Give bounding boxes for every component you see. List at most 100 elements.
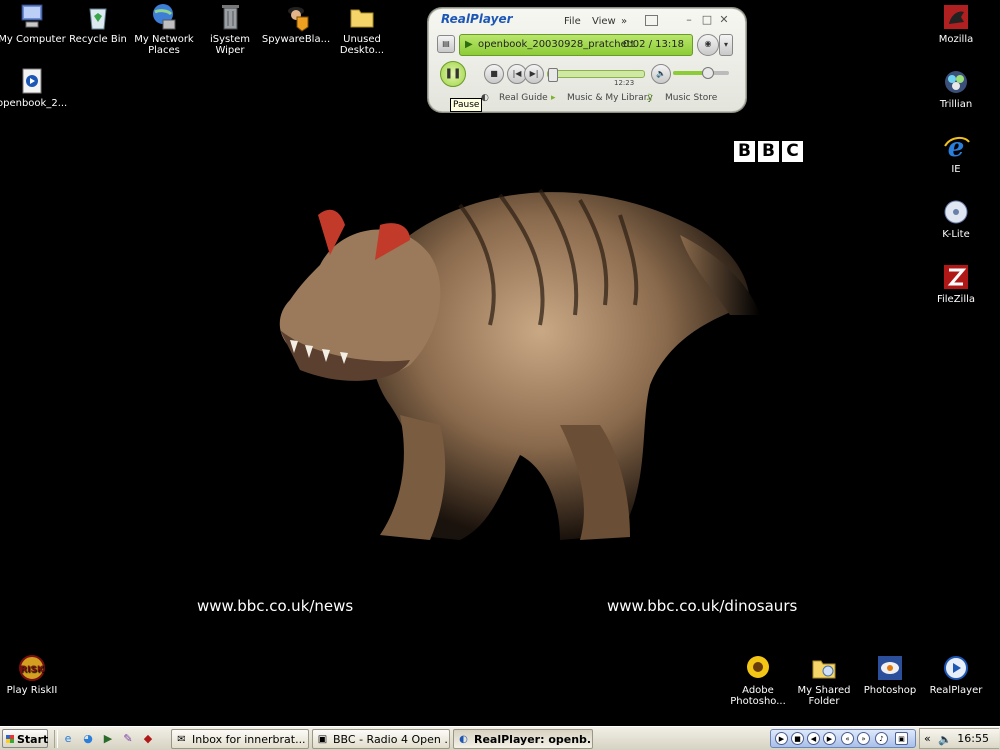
stop-button[interactable]: ■	[484, 64, 504, 84]
menu-more[interactable]: »	[621, 16, 627, 27]
recycle-bin-icon	[89, 8, 107, 30]
computer-icon	[21, 4, 43, 28]
playlist-icon[interactable]: ▤	[437, 35, 455, 53]
bbc-logo: B B C	[734, 141, 803, 162]
mozilla-icon	[944, 5, 968, 29]
tray-speaker-icon[interactable]: 🔈	[938, 733, 952, 746]
desktop-icon-label: IE	[951, 164, 961, 175]
mini-play-icon[interactable]: ▶	[775, 732, 788, 745]
quicklaunch-ie-icon[interactable]: e	[60, 731, 76, 747]
nav-real-guide[interactable]: Real Guide	[499, 93, 548, 103]
realplayer-icon	[944, 656, 968, 680]
taskbar: Start e ◕ ▶ ✎ ◆ ✉ Inbox for innerbrat...…	[0, 726, 1000, 750]
desktop-icon-trillian[interactable]: Trillian	[921, 67, 991, 110]
desktop-icon-k-lite[interactable]: K-Lite	[921, 197, 991, 240]
folder-icon	[350, 9, 374, 28]
start-button[interactable]: Start	[2, 729, 48, 748]
desktop-icon-mozilla[interactable]: Mozilla	[921, 2, 991, 45]
seek-bar[interactable]	[547, 68, 645, 82]
mini-rewind-icon[interactable]: «	[841, 732, 854, 745]
browser-window-icon: ▣	[317, 734, 328, 745]
network-places-icon	[153, 4, 176, 30]
desktop: B B C www.bbc.co.uk/news www.bbc.co.uk/d…	[0, 0, 1000, 726]
clip-name: openbook_20030928_pratchett	[478, 39, 635, 50]
desktop-icon-label: K-Lite	[942, 229, 970, 240]
mute-speaker-icon[interactable]: 🔈	[651, 64, 671, 84]
pause-button[interactable]: ❚❚	[440, 61, 466, 87]
wallpaper-news-url: www.bbc.co.uk/news	[197, 597, 354, 615]
windows-logo-icon	[6, 735, 14, 743]
close-icon[interactable]: ✕	[718, 14, 730, 26]
mini-previous-icon[interactable]: ◀	[807, 732, 820, 745]
desktop-icon-adobe-photoshop-album[interactable]: Adobe Photosho...	[723, 653, 793, 707]
desktop-icon-label: My Computer	[0, 34, 66, 45]
mini-volume-icon[interactable]: ♪	[875, 732, 888, 745]
seek-thumb[interactable]	[548, 68, 558, 82]
desktop-icon-ie[interactable]: e IE	[921, 132, 991, 175]
desktop-icon-my-network-places[interactable]: My Network Places	[129, 2, 199, 56]
menu-view[interactable]: View	[592, 16, 616, 27]
desktop-icon-label: Unused Deskto...	[339, 34, 385, 56]
realplayer-file-icon	[22, 68, 42, 94]
desktop-icon-my-computer[interactable]: My Computer	[0, 2, 67, 45]
media-player-mini-toolbar: ▶ ■ ◀ ▶ « » ♪ ▣	[770, 729, 916, 748]
desktop-icon-label: FileZilla	[936, 294, 976, 305]
desktop-icon-label: openbook_2...	[0, 98, 68, 109]
volume-slider[interactable]	[673, 67, 729, 79]
mini-next-icon[interactable]: ▶	[823, 732, 836, 745]
task-realplayer[interactable]: ◐ RealPlayer: openb...	[453, 729, 593, 749]
sunflower-icon	[747, 656, 769, 678]
playing-indicator-icon: ▶	[465, 39, 473, 50]
volume-thumb[interactable]	[702, 67, 714, 79]
music-library-icon: ▸	[551, 93, 556, 103]
menu-file[interactable]: File	[564, 16, 581, 27]
music-note-icon: ♫	[645, 93, 654, 103]
desktop-icon-label: RealPlayer	[929, 685, 983, 696]
shared-folder-icon	[812, 660, 836, 679]
wallpaper-dinosaurs-url: www.bbc.co.uk/dinosaurs	[607, 597, 798, 615]
chevron-down-icon[interactable]: ▾	[719, 34, 733, 56]
desktop-icon-label: My Network Places	[134, 34, 194, 56]
filezilla-icon	[944, 265, 968, 289]
mini-restore-icon[interactable]: ▣	[895, 732, 908, 745]
next-button[interactable]: ▶|	[524, 64, 544, 84]
realplayer-globe-icon[interactable]: ◉	[697, 34, 719, 56]
quicklaunch-mozilla-icon[interactable]: ◆	[140, 731, 156, 747]
time-readout: 0:02 / 13:18	[622, 39, 684, 50]
dinosaur-wallpaper-image	[279, 188, 760, 541]
desktop-icon-my-shared-folder[interactable]: My Shared Folder	[789, 653, 859, 707]
desktop-icon-label: iSystem Wiper	[209, 34, 251, 56]
start-label: Start	[17, 733, 49, 746]
desktop-icon-recycle-bin[interactable]: Recycle Bin	[63, 2, 133, 45]
toolbar-mode-icon[interactable]	[645, 15, 658, 26]
desktop-icon-play-riskii[interactable]: RISK Play RiskII	[0, 653, 67, 696]
mini-forward-icon[interactable]: »	[857, 732, 870, 745]
system-tray: « 🔈 16:55	[919, 728, 999, 749]
tray-expand-button[interactable]: «	[924, 732, 931, 745]
pause-tooltip: Pause	[450, 98, 483, 112]
task-inbox[interactable]: ✉ Inbox for innerbrat...	[171, 729, 309, 749]
task-bbc-radio[interactable]: ▣ BBC - Radio 4 Open ...	[312, 729, 450, 749]
quicklaunch-outlook-icon[interactable]: ◕	[80, 731, 96, 747]
quicklaunch-app-icon[interactable]: ✎	[120, 731, 136, 747]
mini-stop-icon[interactable]: ■	[791, 732, 804, 745]
desktop-icon-unused-desktop-shortcuts[interactable]: Unused Deskto...	[327, 2, 397, 56]
minimize-icon[interactable]: –	[683, 14, 695, 26]
desktop-icon-photoshop[interactable]: Photoshop	[855, 653, 925, 696]
seek-time-label: 12:23	[614, 79, 635, 87]
desktop-icon-filezilla[interactable]: FileZilla	[921, 262, 991, 305]
desktop-icon-realplayer[interactable]: RealPlayer	[921, 653, 991, 696]
desktop-icon-label: Adobe Photosho...	[730, 685, 786, 707]
realplayer-window[interactable]: RealPlayer File View » – □ ✕ ▤ ▶ openboo…	[428, 8, 746, 112]
desktop-icon-isystem-wiper[interactable]: iSystem Wiper	[195, 2, 265, 56]
k-lite-codec-icon	[944, 200, 968, 224]
desktop-icon-openbook-file[interactable]: openbook_2...	[0, 66, 67, 109]
desktop-icon-spywareblaster[interactable]: SpywareBla...	[261, 2, 331, 45]
nav-music-library[interactable]: Music & My Library	[567, 93, 653, 103]
nav-music-store[interactable]: Music Store	[665, 93, 717, 103]
maximize-icon[interactable]: □	[701, 14, 713, 26]
desktop-icon-label: Play RiskII	[6, 685, 58, 696]
risk-game-icon: RISK	[19, 655, 45, 681]
desktop-icon-label: Mozilla	[938, 34, 974, 45]
quicklaunch-media-player-icon[interactable]: ▶	[100, 731, 116, 747]
